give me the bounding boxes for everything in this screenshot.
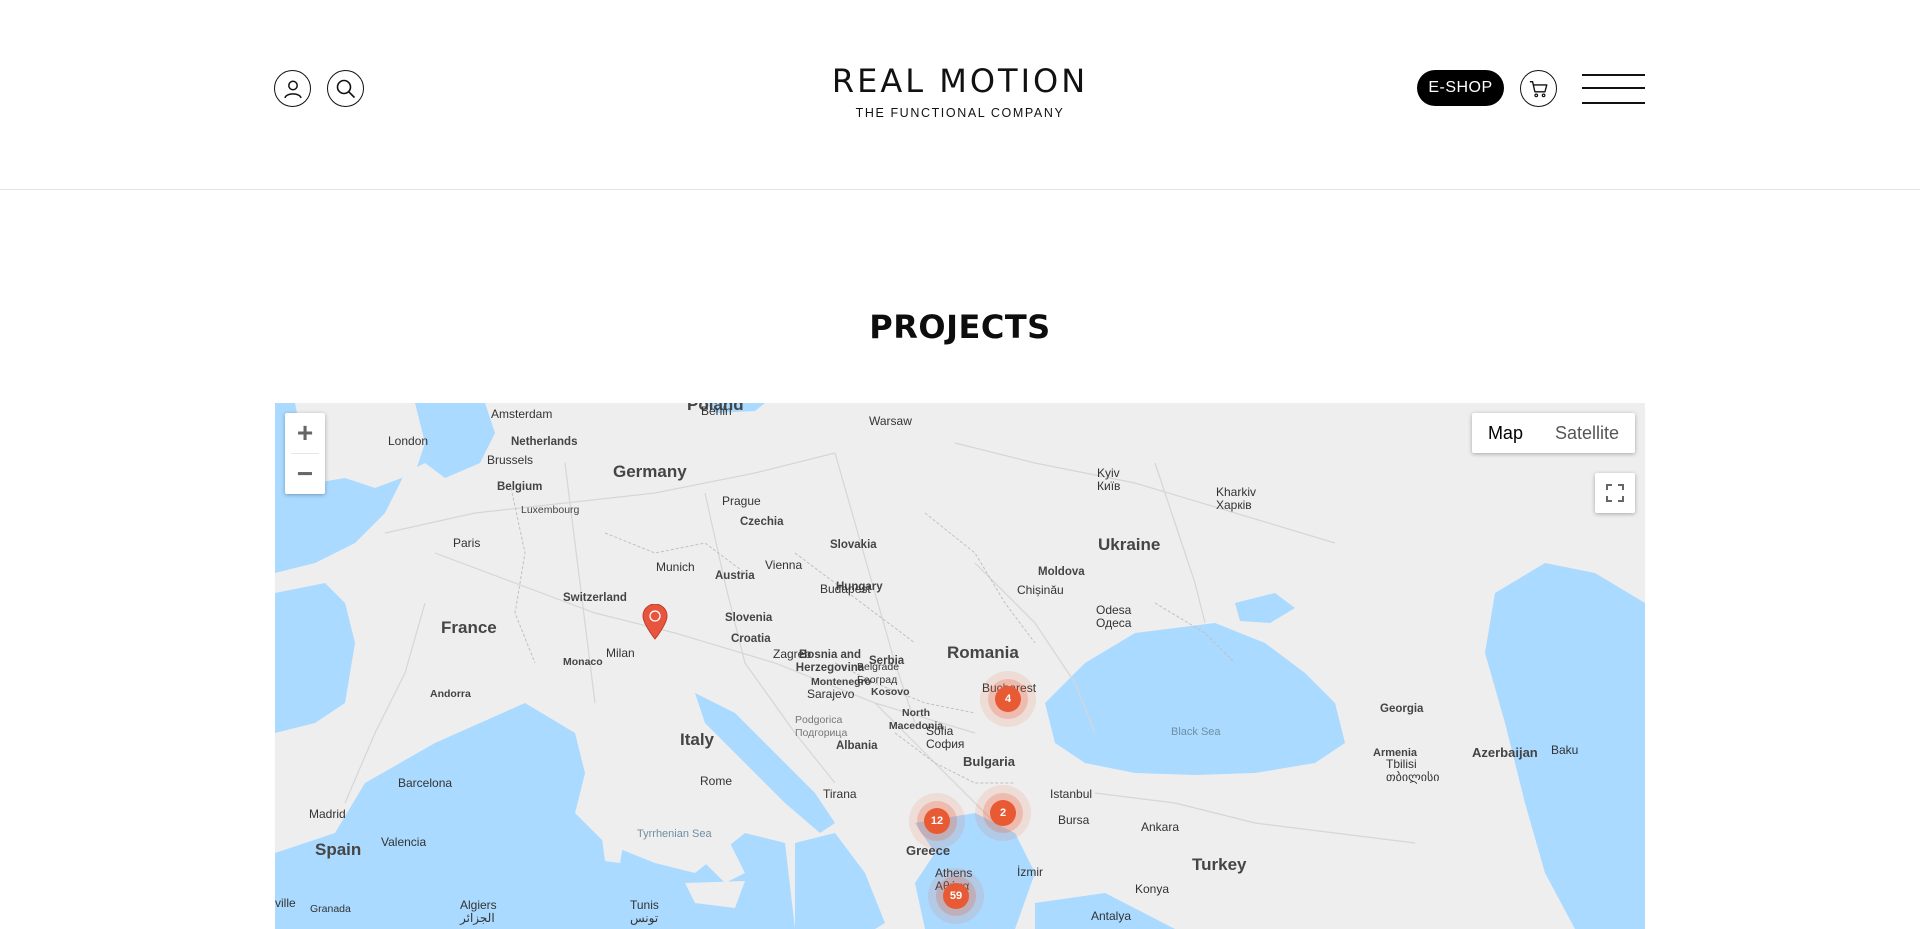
map-label-city: Kharkiv Харків — [1216, 485, 1257, 512]
map-label-small-country: Andorra — [430, 688, 471, 700]
map-label-small-country: Luxembourg — [521, 504, 580, 516]
map-label-city: Prague — [722, 494, 761, 508]
map-label-city: Istanbul — [1050, 787, 1093, 801]
map-label-city: İzmir — [1017, 865, 1043, 879]
map-label-city: Amsterdam — [491, 407, 553, 421]
map-label-small-country: Moldova — [1038, 566, 1085, 578]
map-label-city: Ankara — [1141, 820, 1180, 834]
map-cluster-marker[interactable]: 12 — [909, 793, 965, 849]
brand-logo[interactable]: REAL MOTION THE FUNCTIONAL COMPANY — [806, 62, 1114, 120]
map-label-small-country: Czechia — [740, 516, 784, 528]
logo-main-text: REAL MOTION — [831, 62, 1089, 100]
map-type-map-button[interactable]: Map — [1472, 413, 1539, 453]
map-label-city: Madrid — [309, 807, 346, 821]
search-icon[interactable] — [327, 70, 364, 107]
map-label-small-country: Azerbaijan — [1472, 745, 1538, 760]
map-label-country: Romania — [947, 643, 1019, 662]
map-label-city: Zagreb — [773, 647, 812, 661]
hamburger-icon[interactable] — [1582, 73, 1645, 106]
site-header: REAL MOTION THE FUNCTIONAL COMPANY E-SHO… — [0, 0, 1920, 190]
map-label-small-country: Belgium — [497, 481, 543, 493]
map-cluster-marker[interactable]: 2 — [975, 785, 1031, 841]
map-label-city: Chișinău — [1017, 583, 1064, 597]
map-label-country: Ukraine — [1098, 535, 1161, 554]
map-label-small-country: Switzerland — [563, 592, 627, 604]
user-icon[interactable] — [274, 70, 311, 107]
map-label-sea: Black Sea — [1171, 726, 1221, 738]
map-label-city: Tunis تونس — [630, 898, 659, 925]
cluster-count: 4 — [995, 686, 1021, 712]
map-cluster-marker[interactable]: 59 — [928, 868, 984, 924]
cluster-count: 59 — [943, 883, 969, 909]
cart-icon[interactable] — [1520, 70, 1557, 107]
zoom-out-button[interactable]: − — [285, 454, 325, 494]
map-label-small-country: Monaco — [563, 656, 603, 668]
map-label-city: Algiers الجزائر — [460, 898, 497, 925]
map-label-city: Brussels — [487, 453, 534, 467]
map-label-city: Paris — [453, 536, 481, 550]
map-label-country: France — [441, 618, 497, 637]
map-label-city: Antalya — [1091, 909, 1132, 923]
map-label-city: Kyiv Київ — [1097, 466, 1121, 493]
map-label-city: Rome — [700, 774, 733, 788]
map-label-city: Vienna — [765, 558, 803, 572]
map-label-city: Odesa Одеса — [1096, 603, 1132, 630]
map-label-small-country: Austria — [715, 570, 755, 582]
hamburger-line — [1582, 102, 1645, 104]
map-label-city: Granada — [310, 903, 351, 915]
map-label-city: Warsaw — [869, 414, 912, 428]
map-label-city: Sarajevo — [807, 687, 855, 701]
map-label-small-country: Netherlands — [511, 436, 578, 448]
cluster-count: 12 — [924, 808, 950, 834]
map-label-city: ville — [275, 896, 296, 910]
projects-map[interactable]: Poland Germany France Ukraine Romania It… — [275, 403, 1645, 929]
hamburger-line — [1582, 87, 1645, 89]
map-label-city: Konya — [1135, 882, 1170, 896]
map-label-city: Bursa — [1058, 813, 1090, 827]
eshop-button[interactable]: E-SHOP — [1417, 70, 1504, 106]
map-cluster-marker[interactable]: 4 — [980, 671, 1036, 727]
map-label-city: Budapest — [820, 582, 871, 596]
map-label-city: Valencia — [381, 835, 427, 849]
map-label-city: Munich — [656, 560, 695, 574]
hamburger-line — [1582, 74, 1645, 76]
map-label-small-country: Croatia — [731, 633, 771, 645]
map-label-city: Milan — [606, 646, 635, 660]
map-label-city: Tbilisi თბილისი — [1386, 757, 1440, 784]
map-label-country: Germany — [613, 462, 687, 481]
map-label-city: Berlin — [701, 404, 732, 418]
map-basemap — [275, 403, 1645, 929]
map-label-country: Italy — [680, 730, 715, 749]
map-label-city: Baku — [1551, 743, 1579, 757]
zoom-control: + − — [285, 413, 325, 494]
map-label-city: Sofia София — [926, 724, 965, 751]
map-label-sea: Tyrrhenian Sea — [637, 828, 712, 840]
map-label-small-country: Kosovo — [871, 686, 910, 698]
map-pin-icon[interactable] — [642, 603, 668, 640]
map-label-small-country: Slovakia — [830, 539, 877, 551]
map-label-city: Tirana — [823, 787, 857, 801]
fullscreen-icon[interactable] — [1595, 473, 1635, 513]
map-label-city: Barcelona — [398, 776, 453, 790]
map-label-city: London — [388, 434, 429, 448]
map-type-satellite-button[interactable]: Satellite — [1539, 413, 1635, 453]
page-title: PROJECTS — [869, 308, 1051, 346]
map-label-small-country: Georgia — [1380, 703, 1424, 715]
logo-tagline: THE FUNCTIONAL COMPANY — [855, 106, 1065, 120]
map-label-city: Belgrade Београд — [857, 661, 900, 686]
map-label-country: Turkey — [1192, 855, 1247, 874]
map-label-country: Spain — [315, 840, 362, 859]
map-label-small-country: Slovenia — [725, 612, 773, 624]
zoom-in-button[interactable]: + — [285, 413, 325, 453]
map-label-country: Bulgaria — [963, 754, 1016, 769]
cluster-count: 2 — [990, 800, 1016, 826]
map-type-control: Map Satellite — [1471, 413, 1635, 453]
map-label-small-country: Albania — [836, 740, 878, 752]
map-label-city: Podgorica Подгорица — [795, 714, 848, 739]
